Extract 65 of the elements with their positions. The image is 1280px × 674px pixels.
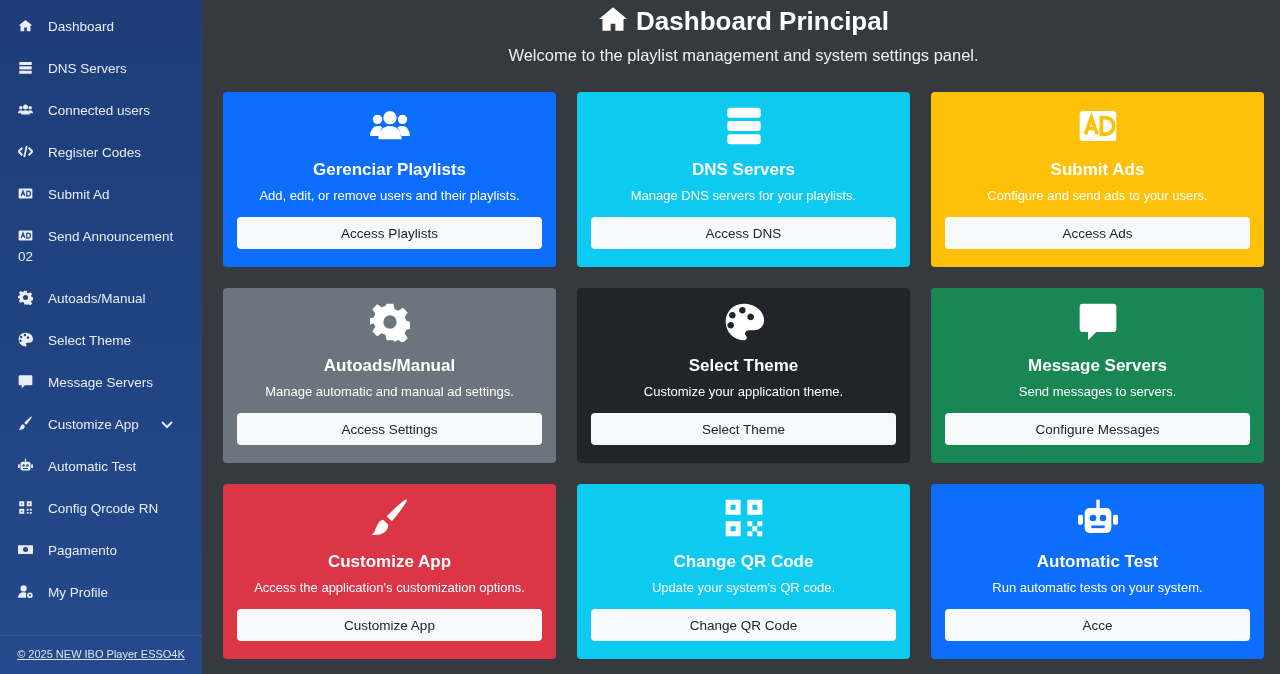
ad-icon <box>18 228 33 243</box>
card-description: Update your system's QR code. <box>651 580 836 595</box>
users-icon <box>18 102 33 117</box>
card-action-button[interactable]: Access DNS <box>591 217 896 249</box>
card-description: Access the application's customization options. <box>254 580 525 595</box>
user-gear-icon <box>18 584 33 599</box>
palette-icon <box>18 332 33 347</box>
qr-code-icon <box>723 498 764 538</box>
card-title: DNS Servers <box>692 160 795 180</box>
qr-code-icon <box>18 500 33 515</box>
card-action-button[interactable]: Access Ads <box>945 217 1250 249</box>
card-title: Autoads/Manual <box>323 356 456 376</box>
sidebar-item[interactable]: Connected users <box>0 90 202 132</box>
sidebar-item[interactable]: Send Announcement 02 <box>0 216 202 278</box>
sidebar-item[interactable]: Submit Ad <box>0 174 202 216</box>
server-icon <box>18 60 33 75</box>
page-subtitle: Welcome to the playlist management and system settings panel. <box>507 46 980 65</box>
sidebar-item[interactable]: My Profile <box>0 572 202 614</box>
sidebar-item[interactable]: Autoads/Manual <box>0 278 202 320</box>
page-title: Dashboard Principal <box>223 5 1264 37</box>
card-description: Manage DNS servers for your playlists. <box>630 188 857 203</box>
ad-icon <box>18 186 33 201</box>
chat-bubble-icon <box>18 374 33 389</box>
home-icon <box>598 5 629 33</box>
card-action-button[interactable]: Access Playlists <box>237 217 542 249</box>
card-title: Message Servers <box>1028 356 1167 376</box>
footer-link[interactable]: © 2025 NEW IBO Player ESSO4K <box>17 648 185 660</box>
card-title: Submit Ads <box>1050 160 1145 180</box>
card-action-button[interactable]: Customize App <box>237 609 542 641</box>
sidebar-item[interactable]: Automatic Test <box>0 446 202 488</box>
brush-icon <box>18 416 33 431</box>
sidebar-item[interactable]: Select Theme <box>0 320 202 362</box>
card-action-button[interactable]: Configure Messages <box>945 413 1250 445</box>
sidebar-item[interactable]: Customize App <box>0 404 202 446</box>
brush-icon <box>369 498 410 538</box>
palette-icon <box>723 302 764 342</box>
card-description: Manage automatic and manual ad settings. <box>265 384 514 399</box>
sidebar-item[interactable]: Dashboard <box>0 6 202 48</box>
card-title: Gerenciar Playlists <box>312 160 467 180</box>
card-title: Automatic Test <box>1036 552 1159 572</box>
gear-icon <box>369 302 410 342</box>
card-description: Run automatic tests on your system. <box>992 580 1203 595</box>
money-icon <box>18 542 33 557</box>
card-action-button[interactable]: Acce <box>945 609 1250 641</box>
card-description: Configure and send ads to your users. <box>987 188 1208 203</box>
card-action-button[interactable]: Select Theme <box>591 413 896 445</box>
card-action-button[interactable]: Change QR Code <box>591 609 896 641</box>
card-title: Change QR Code <box>673 552 814 572</box>
robot-icon <box>18 458 33 473</box>
card-title: Select Theme <box>688 356 799 376</box>
card-title: Customize App <box>327 552 452 572</box>
card-action-button[interactable]: Access Settings <box>237 413 542 445</box>
sidebar-item[interactable]: Message Servers <box>0 362 202 404</box>
sidebar-item[interactable]: Config Qrcode RN <box>0 488 202 530</box>
sidebar-item[interactable]: DNS Servers <box>0 48 202 90</box>
gear-icon <box>18 290 33 305</box>
sidebar-item[interactable]: Register Codes <box>0 132 202 174</box>
code-icon <box>18 144 33 159</box>
sidebar-item[interactable]: Pagamento <box>0 530 202 572</box>
chevron-down-icon <box>161 421 173 429</box>
chat-bubble-icon <box>1077 302 1118 342</box>
card-description: Customize your application theme. <box>643 384 844 399</box>
home-icon <box>18 18 33 33</box>
card-description: Add, edit, or remove users and their playlists. <box>259 188 520 203</box>
card-description: Send messages to servers. <box>1018 384 1177 399</box>
